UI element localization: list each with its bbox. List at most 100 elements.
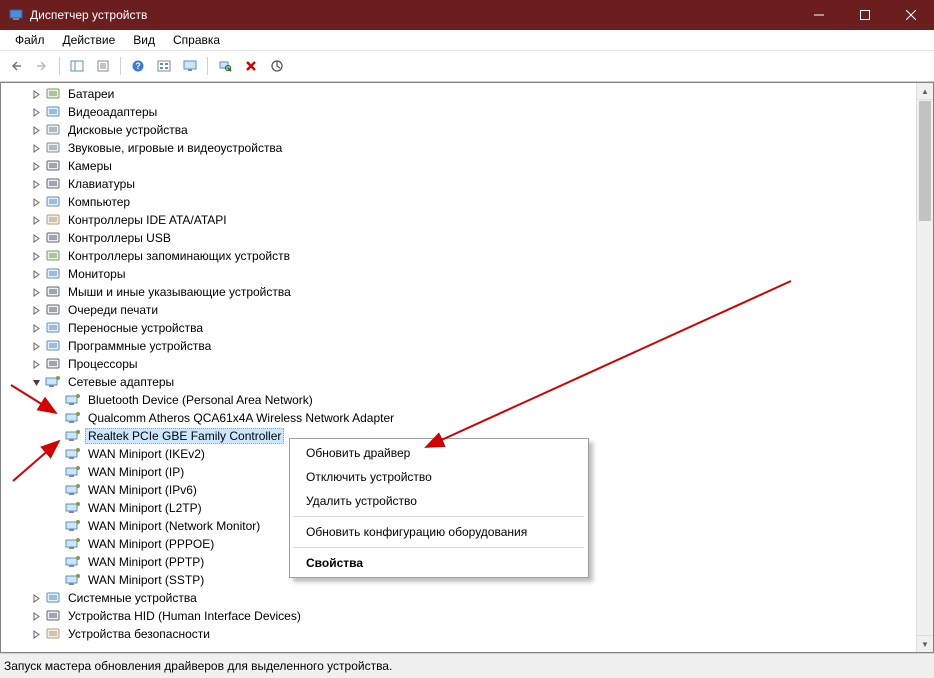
toolbar-show-hide-button[interactable] [65,54,89,78]
expand-icon[interactable] [29,303,43,317]
display-icon [45,104,61,120]
menu-file[interactable]: Файл [6,31,54,49]
expand-icon[interactable] [29,285,43,299]
menu-action[interactable]: Действие [54,31,125,49]
expand-icon[interactable] [29,177,43,191]
toolbar-properties-button[interactable] [91,54,115,78]
context-update-driver[interactable]: Обновить драйвер [292,441,586,465]
menu-help[interactable]: Справка [164,31,229,49]
expand-icon[interactable] [29,213,43,227]
tree-item-label: Мониторы [65,266,128,282]
expand-icon[interactable] [29,627,43,641]
tree-item-label: Realtek PCIe GBE Family Controller [85,428,284,444]
tree-item-label: WAN Miniport (SSTP) [85,572,207,588]
expand-icon[interactable] [29,321,43,335]
tree-category-11[interactable]: Мыши и иные указывающие устройства [1,283,917,301]
scroll-up-button[interactable]: ▲ [917,83,933,100]
maximize-button[interactable] [842,0,888,30]
expand-icon[interactable] [29,159,43,173]
tree-category-3[interactable]: Звуковые, игровые и видеоустройства [1,139,917,157]
close-button[interactable] [888,0,934,30]
tree-item-label: Процессоры [65,356,141,372]
tree-item-label: Сетевые адаптеры [65,374,177,390]
tree-item-label: Клавиатуры [65,176,138,192]
context-properties[interactable]: Свойства [292,551,586,575]
svg-text:?: ? [135,61,141,71]
netadapter-icon [65,446,81,462]
toolbar-forward-button[interactable] [30,54,54,78]
toolbar-monitor-button[interactable] [178,54,202,78]
toolbar-scan-button[interactable] [213,54,237,78]
tree-spacer [49,501,63,515]
tree-category-2[interactable]: Дисковые устройства [1,121,917,139]
menu-view[interactable]: Вид [124,31,164,49]
context-disable-device[interactable]: Отключить устройство [292,465,586,489]
expand-icon[interactable] [29,249,43,263]
toolbar-refresh-button[interactable] [265,54,289,78]
tree-spacer [49,447,63,461]
minimize-button[interactable] [796,0,842,30]
context-menu: Обновить драйвер Отключить устройство Уд… [289,438,589,578]
expand-icon[interactable] [29,231,43,245]
expand-icon[interactable] [29,195,43,209]
printer-icon [45,302,61,318]
expand-icon[interactable] [29,141,43,155]
tree-item-label: Компьютер [65,194,133,210]
tree-category-after-0[interactable]: Системные устройства [1,589,917,607]
tree-category-12[interactable]: Очереди печати [1,301,917,319]
tree-spacer [49,483,63,497]
titlebar[interactable]: Диспетчер устройств [0,0,934,30]
client-area: БатареиВидеоадаптерыДисковые устройстваЗ… [0,82,934,653]
tree-item-label: Переносные устройства [65,320,206,336]
vertical-scrollbar[interactable]: ▲ ▼ [916,83,933,652]
status-text: Запуск мастера обновления драйверов для … [4,659,392,673]
netadapter-icon [65,464,81,480]
tree-category-8[interactable]: Контроллеры USB [1,229,917,247]
tree-spacer [49,429,63,443]
tree-category-10[interactable]: Мониторы [1,265,917,283]
tree-category-5[interactable]: Клавиатуры [1,175,917,193]
expand-icon[interactable] [29,609,43,623]
expand-icon[interactable] [29,357,43,371]
tree-category-4[interactable]: Камеры [1,157,917,175]
toolbar-help-button[interactable]: ? [126,54,150,78]
expand-icon[interactable] [29,591,43,605]
tree-category-7[interactable]: Контроллеры IDE ATA/ATAPI [1,211,917,229]
scroll-thumb[interactable] [919,101,931,221]
tree-item-label: Устройства HID (Human Interface Devices) [65,608,304,624]
tree-category-15[interactable]: Процессоры [1,355,917,373]
tree-category-13[interactable]: Переносные устройства [1,319,917,337]
collapse-icon[interactable] [29,375,43,389]
ide-icon [45,212,61,228]
tree-category-6[interactable]: Компьютер [1,193,917,211]
toolbar-remove-button[interactable] [239,54,263,78]
expand-icon[interactable] [29,105,43,119]
tree-category-9[interactable]: Контроллеры запоминающих устройств [1,247,917,265]
tree-item-label: Контроллеры IDE ATA/ATAPI [65,212,230,228]
toolbar-back-button[interactable] [4,54,28,78]
tree-category-0[interactable]: Батареи [1,85,917,103]
tree-category-after-1[interactable]: Устройства HID (Human Interface Devices) [1,607,917,625]
expand-icon[interactable] [29,339,43,353]
usb-icon [45,230,61,246]
netadapter-icon [65,554,81,570]
tree-network-child-1[interactable]: Qualcomm Atheros QCA61x4A Wireless Netwo… [1,409,917,427]
expand-icon[interactable] [29,87,43,101]
expand-icon[interactable] [29,267,43,281]
scroll-down-button[interactable]: ▼ [917,635,933,652]
app-icon [8,7,24,23]
tree-category-1[interactable]: Видеоадаптеры [1,103,917,121]
computer-icon [45,194,61,210]
tree-spacer [49,411,63,425]
context-rescan[interactable]: Обновить конфигурацию оборудования [292,520,586,544]
tree-spacer [49,537,63,551]
tree-item-label: WAN Miniport (Network Monitor) [85,518,263,534]
toolbar-icons-button[interactable] [152,54,176,78]
tree-category-network[interactable]: Сетевые адаптеры [1,373,917,391]
tree-network-child-0[interactable]: Bluetooth Device (Personal Area Network) [1,391,917,409]
tree-category-14[interactable]: Программные устройства [1,337,917,355]
tree-item-label: Видеоадаптеры [65,104,160,120]
context-delete-device[interactable]: Удалить устройство [292,489,586,513]
tree-category-after-2[interactable]: Устройства безопасности [1,625,917,643]
expand-icon[interactable] [29,123,43,137]
